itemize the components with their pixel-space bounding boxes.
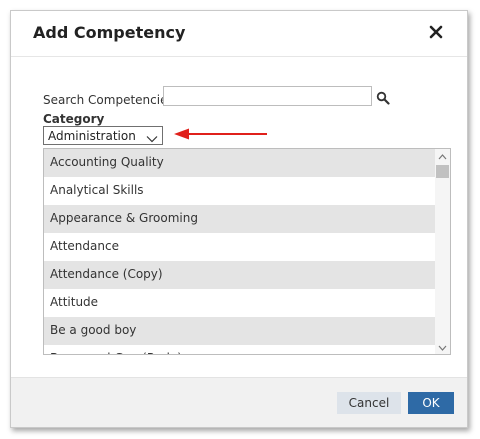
dialog-title: Add Competency xyxy=(33,23,186,42)
category-select[interactable]: Administration xyxy=(43,126,163,145)
competency-list-item[interactable]: Attendance xyxy=(44,233,435,261)
close-icon[interactable] xyxy=(427,23,445,41)
category-selected-value: Administration xyxy=(48,129,136,143)
competency-list-item[interactable]: Appearance & Grooming xyxy=(44,205,435,233)
search-competencies-label: Search Competencies: xyxy=(43,93,178,107)
competency-list-item[interactable]: Accounting Quality xyxy=(44,149,435,177)
dialog-footer: Cancel OK xyxy=(11,377,467,427)
add-competency-dialog: Add Competency Search Competencies: Cate… xyxy=(10,10,468,428)
competency-list-item[interactable]: Attendance (Copy) xyxy=(44,261,435,289)
dialog-header: Add Competency xyxy=(11,11,467,57)
ok-button[interactable]: OK xyxy=(408,392,454,414)
search-icon[interactable] xyxy=(376,90,390,105)
category-label: Category xyxy=(43,112,105,126)
scrollbar-thumb[interactable] xyxy=(436,165,449,178)
competency-listbox[interactable]: Accounting Quality Analytical Skills Appea… xyxy=(43,148,451,355)
scroll-down-icon[interactable] xyxy=(435,340,450,354)
competency-list-item[interactable]: Analytical Skills xyxy=(44,177,435,205)
red-arrow-icon xyxy=(174,126,270,142)
competency-list-item[interactable]: Attitude xyxy=(44,289,435,317)
competency-list-item[interactable]: Be a good Guy (Rude) xyxy=(44,345,435,354)
chevron-down-icon xyxy=(146,130,158,143)
competency-list: Accounting Quality Analytical Skills Appea… xyxy=(44,149,435,354)
vertical-scrollbar[interactable] xyxy=(435,149,450,354)
competency-list-item[interactable]: Be a good boy xyxy=(44,317,435,345)
cancel-button[interactable]: Cancel xyxy=(337,392,401,414)
scroll-up-icon[interactable] xyxy=(435,149,450,163)
search-competencies-input[interactable] xyxy=(163,86,372,106)
